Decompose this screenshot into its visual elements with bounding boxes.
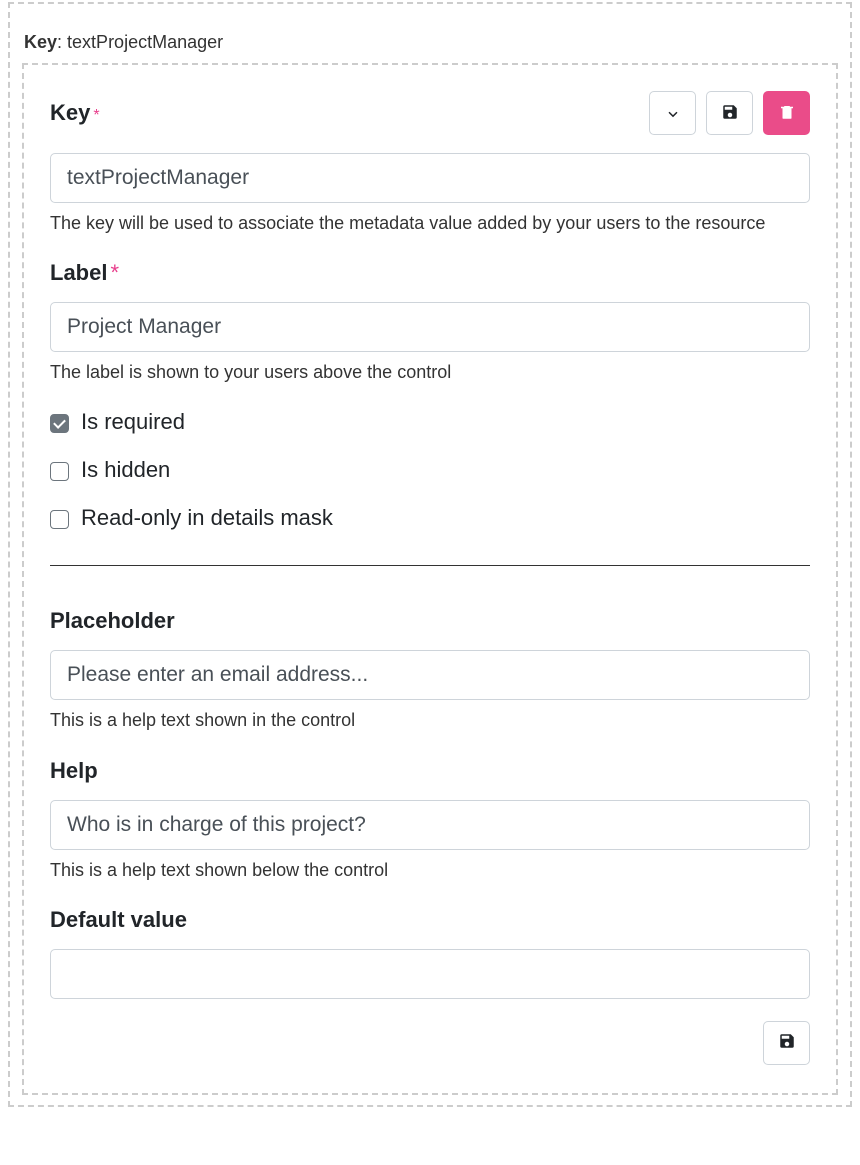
required-asterisk: *	[93, 107, 99, 124]
panel-header: Key: textProjectManager	[22, 14, 838, 63]
readonly-label: Read-only in details mask	[81, 505, 333, 531]
label-help-text: The label is shown to your users above t…	[50, 360, 810, 385]
save-icon	[721, 103, 739, 124]
label-input[interactable]	[50, 302, 810, 352]
footer-save-button[interactable]	[763, 1021, 810, 1065]
key-label-row: Key*	[50, 91, 810, 135]
is-hidden-checkbox-row[interactable]: Is hidden	[50, 457, 810, 483]
move-down-button[interactable]	[649, 91, 696, 135]
readonly-checkbox[interactable]	[50, 510, 69, 529]
help-field-label: Help	[50, 758, 810, 784]
label-field-row: Label*	[50, 260, 810, 286]
label-field-label: Label	[50, 260, 107, 285]
required-asterisk: *	[110, 260, 119, 285]
default-value-field-label: Default value	[50, 907, 810, 933]
readonly-checkbox-row[interactable]: Read-only in details mask	[50, 505, 810, 531]
header-key-value: textProjectManager	[67, 32, 223, 52]
key-help-text: The key will be used to associate the me…	[50, 211, 810, 236]
section-divider	[50, 565, 810, 566]
action-buttons	[649, 91, 810, 135]
placeholder-input[interactable]	[50, 650, 810, 700]
is-required-checkbox[interactable]	[50, 414, 69, 433]
header-key-label: Key	[24, 32, 57, 52]
help-below-text: This is a help text shown below the cont…	[50, 858, 810, 883]
footer-actions	[50, 1021, 810, 1065]
key-input[interactable]	[50, 153, 810, 203]
outer-panel: Key: textProjectManager Key*	[8, 2, 852, 1107]
default-value-input[interactable]	[50, 949, 810, 999]
placeholder-field-label: Placeholder	[50, 608, 810, 634]
arrow-down-icon	[664, 103, 682, 124]
trash-icon	[778, 103, 796, 124]
is-required-checkbox-row[interactable]: Is required	[50, 409, 810, 435]
save-icon	[778, 1032, 796, 1053]
is-required-label: Is required	[81, 409, 185, 435]
help-input[interactable]	[50, 800, 810, 850]
save-button[interactable]	[706, 91, 753, 135]
is-hidden-checkbox[interactable]	[50, 462, 69, 481]
delete-button[interactable]	[763, 91, 810, 135]
key-field-label: Key	[50, 100, 90, 126]
form-panel: Key* T	[22, 63, 838, 1095]
placeholder-help-text: This is a help text shown in the control	[50, 708, 810, 733]
is-hidden-label: Is hidden	[81, 457, 170, 483]
